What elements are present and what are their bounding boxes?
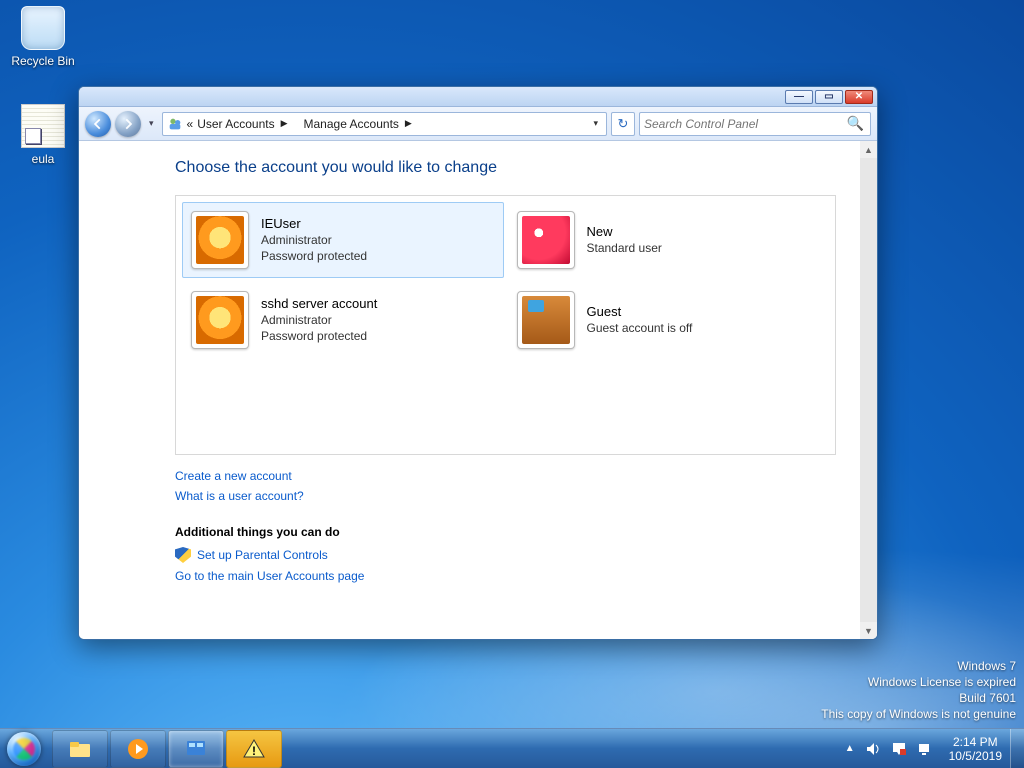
eula-label: eula bbox=[6, 152, 80, 166]
scroll-up-button[interactable]: ▲ bbox=[860, 141, 877, 158]
action-center-icon[interactable] bbox=[891, 741, 907, 757]
system-tray: ▲ 2:14 PM 10/5/2019 bbox=[839, 735, 1010, 763]
history-dropdown[interactable]: ▾ bbox=[145, 118, 158, 129]
maximize-button[interactable]: ▭ bbox=[815, 90, 843, 104]
address-dropdown[interactable]: ▾ bbox=[589, 118, 602, 129]
start-button[interactable] bbox=[0, 729, 48, 768]
avatar-icon bbox=[196, 216, 244, 264]
windows-orb-icon bbox=[7, 732, 41, 766]
link-what-is-account[interactable]: What is a user account? bbox=[175, 489, 836, 503]
watermark-line: Build 7601 bbox=[821, 690, 1016, 706]
avatar-frame bbox=[191, 211, 249, 269]
scroll-down-button[interactable]: ▼ bbox=[860, 622, 877, 639]
search-box[interactable]: 🔍 bbox=[639, 112, 871, 136]
avatar-icon bbox=[196, 296, 244, 344]
account-role: Standard user bbox=[587, 240, 662, 256]
control-panel-window: — ▭ ✕ ▾ « User Accounts ▶ Manage Account… bbox=[78, 86, 878, 640]
avatar-frame bbox=[517, 211, 575, 269]
content-pane: Choose the account you would like to cha… bbox=[79, 141, 860, 639]
refresh-button[interactable]: ↻ bbox=[611, 112, 635, 136]
account-extra: Password protected bbox=[261, 328, 377, 344]
chevron-right-icon[interactable]: ▶ bbox=[281, 118, 288, 129]
address-bar[interactable]: « User Accounts ▶ Manage Accounts ▶ ▾ bbox=[162, 112, 607, 136]
account-name: New bbox=[587, 224, 662, 240]
breadcrumb-prefix: « bbox=[187, 117, 194, 131]
breadcrumb-user-accounts[interactable]: User Accounts bbox=[197, 117, 274, 131]
accounts-list: IEUser Administrator Password protected … bbox=[175, 195, 836, 455]
warning-icon: ! bbox=[242, 737, 266, 761]
refresh-icon: ↻ bbox=[618, 116, 629, 132]
taskbar-media-player[interactable] bbox=[110, 730, 166, 768]
breadcrumb-manage-accounts[interactable]: Manage Accounts bbox=[304, 117, 399, 131]
window-titlebar[interactable]: — ▭ ✕ bbox=[79, 87, 877, 107]
taskbar-clock[interactable]: 2:14 PM 10/5/2019 bbox=[943, 735, 1008, 763]
taskbar: ! ▲ 2:14 PM 10/5/2019 bbox=[0, 728, 1024, 768]
avatar-frame bbox=[191, 291, 249, 349]
control-panel-icon bbox=[184, 737, 208, 761]
desktop-icon-eula[interactable]: eula bbox=[6, 104, 80, 166]
navigation-toolbar: ▾ « User Accounts ▶ Manage Accounts ▶ ▾ … bbox=[79, 107, 877, 141]
account-item-ieuser[interactable]: IEUser Administrator Password protected bbox=[182, 202, 504, 278]
svg-text:!: ! bbox=[252, 744, 256, 758]
account-name: Guest bbox=[587, 304, 693, 320]
account-name: IEUser bbox=[261, 216, 367, 232]
show-desktop-button[interactable] bbox=[1010, 729, 1024, 768]
chevron-right-icon[interactable]: ▶ bbox=[405, 118, 412, 129]
account-extra: Password protected bbox=[261, 248, 367, 264]
link-create-account[interactable]: Create a new account bbox=[175, 469, 836, 483]
back-button[interactable] bbox=[85, 111, 111, 137]
taskbar-control-panel[interactable] bbox=[168, 730, 224, 768]
vertical-scrollbar[interactable]: ▲ ▼ bbox=[860, 141, 877, 639]
taskbar-alert[interactable]: ! bbox=[226, 730, 282, 768]
arrow-left-icon bbox=[91, 117, 105, 131]
account-item-sshd[interactable]: sshd server account Administrator Passwo… bbox=[182, 282, 504, 358]
forward-button[interactable] bbox=[115, 111, 141, 137]
watermark-line: Windows 7 bbox=[821, 658, 1016, 674]
clock-date: 10/5/2019 bbox=[949, 749, 1002, 763]
watermark-line: Windows License is expired bbox=[821, 674, 1016, 690]
close-button[interactable]: ✕ bbox=[845, 90, 873, 104]
avatar-frame bbox=[517, 291, 575, 349]
show-hidden-icons[interactable]: ▲ bbox=[845, 743, 855, 754]
text-file-icon bbox=[21, 104, 65, 148]
watermark-line: This copy of Windows is not genuine bbox=[821, 706, 1016, 722]
account-item-new[interactable]: New Standard user bbox=[508, 202, 830, 278]
page-title: Choose the account you would like to cha… bbox=[175, 159, 836, 177]
account-name: sshd server account bbox=[261, 296, 377, 312]
additional-heading: Additional things you can do bbox=[175, 525, 836, 539]
activation-watermark: Windows 7 Windows License is expired Bui… bbox=[821, 658, 1016, 722]
media-player-icon bbox=[126, 737, 150, 761]
volume-icon[interactable] bbox=[865, 741, 881, 757]
user-accounts-icon bbox=[167, 116, 183, 132]
desktop-icon-recycle-bin[interactable]: Recycle Bin bbox=[6, 6, 80, 68]
taskbar-explorer[interactable] bbox=[52, 730, 108, 768]
link-parental-controls[interactable]: Set up Parental Controls bbox=[197, 548, 328, 562]
recycle-bin-icon bbox=[21, 6, 65, 50]
network-icon[interactable] bbox=[917, 741, 933, 757]
avatar-icon bbox=[522, 216, 570, 264]
avatar-icon bbox=[522, 296, 570, 344]
minimize-button[interactable]: — bbox=[785, 90, 813, 104]
search-input[interactable] bbox=[644, 117, 845, 131]
link-main-user-accounts[interactable]: Go to the main User Accounts page bbox=[175, 569, 836, 583]
arrow-right-icon bbox=[121, 117, 135, 131]
folder-icon bbox=[68, 737, 92, 761]
uac-shield-icon bbox=[175, 547, 191, 563]
recycle-bin-label: Recycle Bin bbox=[6, 54, 80, 68]
account-role: Administrator bbox=[261, 232, 367, 248]
clock-time: 2:14 PM bbox=[949, 735, 1002, 749]
search-icon[interactable]: 🔍 bbox=[845, 115, 866, 132]
account-role: Administrator bbox=[261, 312, 377, 328]
account-item-guest[interactable]: Guest Guest account is off bbox=[508, 282, 830, 358]
account-role: Guest account is off bbox=[587, 320, 693, 336]
